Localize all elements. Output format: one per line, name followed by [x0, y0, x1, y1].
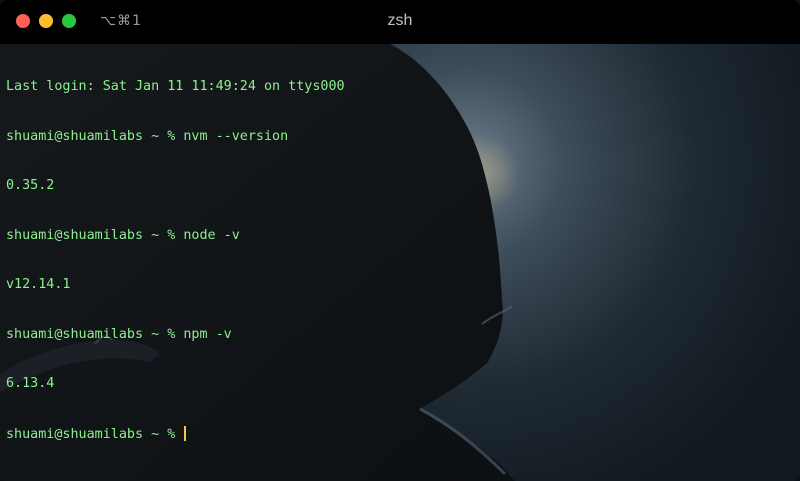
text-cursor — [184, 425, 187, 441]
terminal-line: Last login: Sat Jan 11 11:49:24 on ttys0… — [6, 79, 345, 94]
terminal-line: shuami@shuamilabs ~ % node -v — [6, 227, 240, 243]
terminal-line: 0.35.2 — [6, 178, 55, 193]
terminal-prompt-line[interactable]: shuami@shuamilabs ~ % — [6, 425, 794, 443]
terminal-line: 6.13.4 — [6, 376, 55, 391]
terminal-line: v12.14.1 — [6, 277, 71, 292]
current-prompt: shuami@shuamilabs ~ % — [6, 426, 184, 442]
terminal-line: shuami@shuamilabs ~ % npm -v — [6, 326, 232, 342]
terminal-output[interactable]: Last login: Sat Jan 11 11:49:24 on ttys0… — [6, 46, 794, 475]
terminal-line: shuami@shuamilabs ~ % nvm --version — [6, 128, 289, 144]
window-title: zsh — [387, 12, 413, 29]
terminal-window: ⌥⌘1 zsh Last login: Sat Jan 11 11:49:24 … — [0, 0, 800, 481]
title-bar[interactable]: ⌥⌘1 zsh — [0, 0, 800, 44]
